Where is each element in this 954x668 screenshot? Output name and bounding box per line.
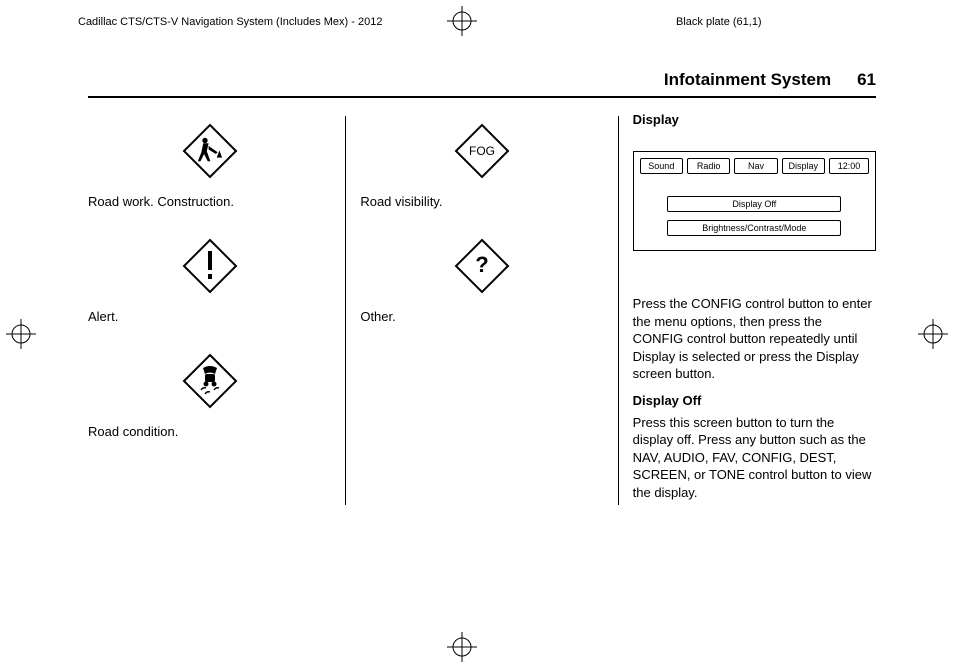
road-work-block: Road work. Construction. [88, 118, 331, 227]
screen-menu-area: Display Off Brightness/Contrast/Mode [640, 196, 869, 236]
column-2: FOG Road visibility. ? Other. [346, 112, 617, 348]
plate-info: Black plate (61,1) [676, 16, 876, 28]
road-condition-block: Road condition. [88, 348, 331, 457]
running-head: Infotainment System 61 [88, 70, 876, 98]
road-visibility-label: Road visibility. [360, 194, 442, 209]
road-condition-label: Road condition. [88, 424, 178, 439]
screen-menu-display-off: Display Off [667, 196, 841, 212]
section-title: Infotainment System [664, 70, 831, 90]
alert-label: Alert. [88, 309, 118, 324]
crop-mark-icon [918, 319, 948, 349]
other-icon: ? [453, 233, 511, 299]
column-3: Display Sound Radio Nav Display 12:00 Di… [619, 112, 876, 511]
other-label: Other. [360, 309, 395, 324]
page-number: 61 [857, 70, 876, 90]
display-paragraph-1: Press the CONFIG control button to enter… [633, 295, 876, 383]
print-meta-row: Cadillac CTS/CTS-V Navigation System (In… [78, 16, 876, 28]
crop-mark-icon [6, 319, 36, 349]
display-off-subheading: Display Off [633, 393, 876, 408]
crop-mark-icon [447, 632, 477, 662]
screen-menu-brightness: Brightness/Contrast/Mode [667, 220, 841, 236]
column-1: Road work. Construction. Alert. [88, 112, 345, 463]
road-work-icon [181, 118, 239, 184]
page-root: Cadillac CTS/CTS-V Navigation System (In… [0, 0, 954, 668]
screen-clock: 12:00 [829, 158, 869, 174]
fog-icon: FOG [453, 118, 511, 184]
screen-tab-radio: Radio [687, 158, 730, 174]
screen-tab-nav: Nav [734, 158, 777, 174]
svg-text:FOG: FOG [469, 144, 495, 158]
content-sheet: Infotainment System 61 [88, 70, 876, 628]
display-screen-illustration: Sound Radio Nav Display 12:00 Display Of… [633, 151, 876, 251]
svg-text:?: ? [475, 252, 488, 277]
road-work-label: Road work. Construction. [88, 194, 234, 209]
alert-icon [181, 233, 239, 299]
columns: Road work. Construction. Alert. [88, 112, 876, 511]
screen-tab-display: Display [782, 158, 825, 174]
other-block: ? Other. [360, 233, 603, 342]
doc-title: Cadillac CTS/CTS-V Navigation System (In… [78, 16, 382, 28]
road-condition-icon [181, 348, 239, 414]
road-visibility-block: FOG Road visibility. [360, 118, 603, 227]
alert-block: Alert. [88, 233, 331, 342]
screen-tab-sound: Sound [640, 158, 683, 174]
display-heading: Display [633, 112, 876, 127]
display-paragraph-2: Press this screen button to turn the dis… [633, 414, 876, 502]
screen-tab-row: Sound Radio Nav Display 12:00 [640, 158, 869, 174]
